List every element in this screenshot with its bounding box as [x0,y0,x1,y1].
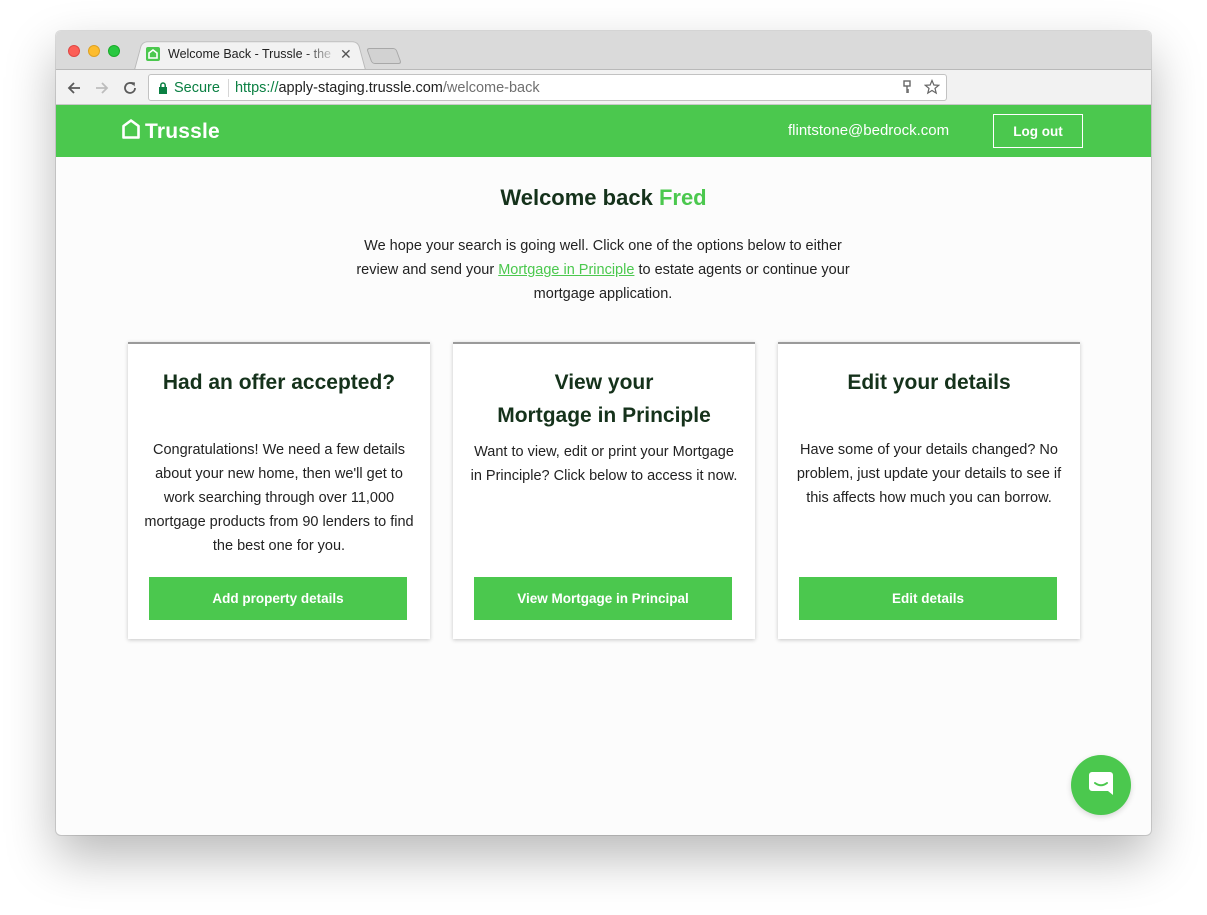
page-title: Welcome back Fred [56,185,1151,211]
view-mip-card: View your Mortgage in Principle Want to … [453,342,755,639]
browser-window: Welcome Back - Trussle - the ✕ Secure ht… [56,31,1151,835]
card-body: Congratulations! We need a few details a… [144,442,414,554]
lock-icon [158,81,168,94]
welcome-prefix: Welcome back [500,185,653,210]
address-bar[interactable]: Secure https://apply-staging.trussle.com… [148,74,947,101]
logout-button[interactable]: Log out [993,114,1083,148]
trussle-favicon-icon [146,47,160,61]
user-first-name: Fred [658,185,707,210]
close-tab-icon[interactable]: ✕ [340,47,352,61]
chat-launcher-button[interactable] [1071,755,1131,815]
close-window-button[interactable] [68,45,80,57]
tab-strip: Welcome Back - Trussle - the ✕ [56,31,1151,70]
card-title: Had an offer accepted? [162,371,396,394]
house-icon [122,119,140,144]
edit-details-button[interactable]: Edit details [799,577,1057,620]
card-title-line1: View your [554,371,654,394]
maximize-window-button[interactable] [108,45,120,57]
mortgage-in-principle-link[interactable]: Mortgage in Principle [498,262,634,278]
card-body: Want to view, edit or print your Mortgag… [470,444,738,484]
add-property-details-button[interactable]: Add property details [149,577,407,620]
security-label: Secure [174,79,220,96]
forward-icon[interactable] [92,78,112,98]
view-mortgage-in-principal-button[interactable]: View Mortgage in Principal [474,577,732,620]
url-protocol: https:// [234,79,279,96]
url-path: /welcome-back [442,79,540,96]
key-icon[interactable] [902,80,912,98]
minimize-window-button[interactable] [88,45,100,57]
card-title: View your Mortgage in Principle [453,366,755,432]
chat-icon [1086,768,1116,803]
offer-accepted-card: Had an offer accepted? Congratulations! … [128,342,430,639]
new-tab-button[interactable] [366,48,402,64]
edit-details-card: Edit your details Have some of your deta… [778,342,1080,639]
url-host: apply-staging.trussle.com [278,79,443,96]
card-body: Have some of your details changed? No pr… [796,442,1062,506]
back-icon[interactable] [64,78,84,98]
trussle-logo[interactable]: Trussle [122,119,220,144]
tab-title: Welcome Back - Trussle - the [168,47,332,61]
user-email: flintstone@bedrock.com [788,122,950,139]
address-divider [227,78,229,97]
address-actions [902,78,941,99]
bookmark-star-icon[interactable] [923,78,941,99]
browser-tab[interactable]: Welcome Back - Trussle - the ✕ [142,39,364,69]
browser-toolbar: Secure https://apply-staging.trussle.com… [56,69,1151,105]
logo-text: Trussle [145,119,220,143]
card-title: Edit your details [847,371,1011,394]
intro-text: We hope your search is going well. Click… [353,234,853,306]
card-title-line2: Mortgage in Principle [497,404,711,427]
reload-icon[interactable] [120,78,140,98]
site-header: Trussle flintstone@bedrock.com Log out [56,105,1151,157]
